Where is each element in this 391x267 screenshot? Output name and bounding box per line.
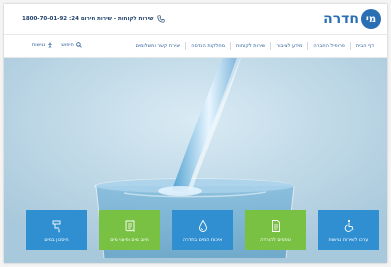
tile-water-quality[interactable]: איכות המים בחדרה — [172, 210, 233, 250]
search-link[interactable]: חיפוש — [61, 42, 82, 48]
tile-label: איכות המים בחדרה — [182, 238, 223, 243]
quick-links: חיסכון במים חיוב מים ופיצוי מים איכות המ… — [26, 210, 379, 250]
search-icon — [76, 42, 82, 48]
nav-item-public-info[interactable]: מידע לציבור — [270, 42, 307, 50]
tile-label: חיוב מים ופיצוי מים — [110, 238, 149, 243]
phone-icon — [157, 15, 165, 23]
tile-water-saving[interactable]: חיסכון במים — [26, 210, 87, 250]
logo-mark: מי — [361, 9, 381, 29]
nav-item-company-profile[interactable]: פרופיל החברה — [307, 42, 350, 50]
accessibility-icon — [48, 42, 53, 48]
nav-utilities: חיפוש נגישות — [32, 42, 82, 48]
document-icon — [271, 220, 280, 232]
top-bar: מי חדרה שירות לקוחות - שירות חירום 24: 1… — [4, 4, 387, 34]
nav-menu: דף הבית פרופיל החברה מידע לציבור שירות ל… — [131, 35, 379, 57]
logo[interactable]: מי חדרה — [323, 9, 381, 29]
accessibility-link[interactable]: נגישות — [32, 42, 53, 48]
main-navigation: דף הבית פרופיל החברה מידע לציבור שירות ל… — [4, 34, 387, 58]
tile-water-billing[interactable]: חיוב מים ופיצוי מים — [99, 210, 160, 250]
search-label: חיפוש — [61, 42, 74, 48]
bill-icon — [125, 220, 134, 232]
customer-service-text: שירות לקוחות - שירות חירום 24: 1800-70-0… — [22, 16, 154, 22]
tile-label: ערכו לשירות נגישות — [328, 238, 369, 243]
nav-item-customer-service[interactable]: שירות לקוחות — [230, 42, 270, 50]
tile-label: טפסים להורדה — [260, 238, 291, 243]
page: מי חדרה שירות לקוחות - שירות חירום 24: 1… — [4, 4, 387, 263]
nav-item-contact[interactable]: יצירת קשר ותשלומים — [131, 42, 186, 50]
wheelchair-icon — [344, 219, 353, 232]
nav-item-engineering[interactable]: מחלקות הנדסה — [185, 42, 230, 50]
accessibility-label: נגישות — [32, 42, 46, 48]
nav-item-home[interactable]: דף הבית — [349, 42, 379, 50]
customer-service-info[interactable]: שירות לקוחות - שירות חירום 24: 1800-70-0… — [22, 15, 165, 23]
tile-label: חיסכון במים — [44, 238, 69, 243]
logo-text: חדרה — [323, 11, 359, 27]
tile-download-forms[interactable]: טפסים להורדה — [245, 210, 306, 250]
water-drop-icon — [198, 219, 207, 232]
faucet-icon — [52, 220, 60, 233]
tile-accessibility[interactable]: ערכו לשירות נגישות — [318, 210, 379, 250]
